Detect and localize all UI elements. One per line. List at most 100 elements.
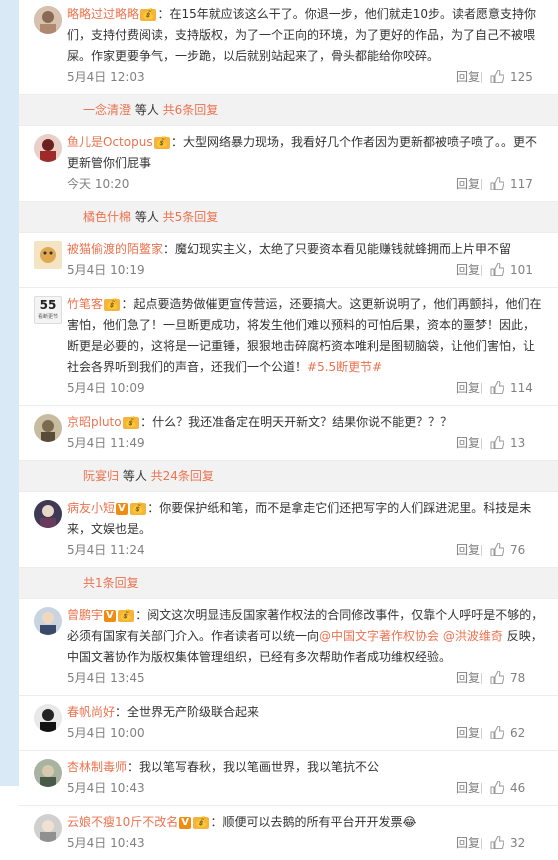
reply-button[interactable]: 回复 (456, 378, 480, 399)
thumbs-up-icon (490, 381, 504, 394)
comment-meta: 5月4日 10:43 回复 32 (67, 833, 546, 854)
comment-meta: 5月4日 10:43 回复 46 (67, 778, 546, 799)
reply-count[interactable]: 共6条回复 (163, 103, 219, 117)
more-replies-link[interactable]: 共1条回复 (19, 568, 558, 599)
like-count: 78 (510, 671, 526, 685)
thumbs-up-icon (490, 726, 504, 739)
avatar[interactable] (34, 241, 62, 269)
thumbs-up-icon (490, 70, 504, 83)
like-button[interactable]: 46 (490, 778, 525, 799)
username-link[interactable]: 被猫偷渡的陌鳖家 (67, 242, 163, 256)
divider (481, 72, 482, 83)
comment-text: 病友小短 V 💰 ：你要保护纸和笔，而不是拿走它们还把写字的人们踩进泥里。科技是未来，… (67, 501, 532, 536)
username-link[interactable]: 略略过过略略 (67, 7, 139, 21)
reply-user[interactable]: 橘色什棉 (83, 210, 131, 224)
avatar[interactable] (34, 759, 62, 787)
reply-connector: 等人 (131, 210, 163, 224)
vip-badge-icon: 💰 (129, 503, 147, 515)
more-replies-link[interactable]: 橘色什棉 等人 共5条回复 (19, 202, 558, 233)
thumbs-up-icon (490, 177, 504, 190)
reply-count[interactable]: 共24条回复 (151, 469, 214, 483)
vip-badge-icon: 💰 (104, 299, 121, 311)
vip-badge-icon: 💰 (193, 817, 210, 829)
thumbs-up-icon (490, 781, 504, 794)
comment-item: 病友小短 V 💰 ：你要保护纸和笔，而不是拿走它们还把写字的人们踩进泥里。科技是未来，… (19, 492, 558, 568)
reply-button[interactable]: 回复 (456, 433, 480, 454)
username-link[interactable]: 竹笔客 (67, 297, 103, 311)
timestamp: 5月4日 10:00 (67, 726, 145, 740)
like-button[interactable]: 13 (490, 433, 525, 454)
timestamp: 5月4日 13:45 (67, 671, 145, 685)
reply-button[interactable]: 回复 (456, 668, 480, 689)
avatar[interactable] (34, 704, 62, 732)
divider (481, 673, 482, 684)
reply-button[interactable]: 回复 (456, 833, 480, 854)
like-button[interactable]: 117 (490, 174, 533, 195)
vip-badge-icon: 💰 (153, 137, 171, 149)
comment-text: 被猫偷渡的陌鳖家：魔幻现实主义，太绝了只要资本看见能赚钱就蜂拥而上片甲不留 (67, 242, 512, 256)
hashtag-link[interactable]: #5.5断更节# (307, 360, 382, 374)
reply-button[interactable]: 回复 (456, 778, 480, 799)
mention-link[interactable]: @洪波维奇 (443, 629, 503, 643)
reply-user[interactable]: 阮宴归 (83, 469, 119, 483)
more-replies-link[interactable]: 一念清澄 等人 共6条回复 (19, 95, 558, 126)
more-replies-link[interactable]: 阮宴归 等人 共24条回复 (19, 461, 558, 492)
comment-text: 春帆尚好：全世界无产阶级联合起来 (67, 705, 260, 719)
reply-button[interactable]: 回复 (456, 260, 480, 281)
reply-button[interactable]: 回复 (456, 174, 480, 195)
comment-item: 55 看断更节 竹笔客 💰 ：起点要造势做催更宣传营运，还要搞大。这更新说明了，他们… (19, 288, 558, 406)
like-button[interactable]: 62 (490, 723, 525, 744)
reply-button[interactable]: 回复 (456, 540, 480, 561)
divider (481, 545, 482, 556)
avatar[interactable] (34, 814, 62, 842)
comment-meta: 5月4日 12:03 回复 125 (67, 67, 546, 88)
comment-item: 略略过过略略 💰 ：在15年就应该这么干了。你退一步，他们就走10步。读者愿意支持你… (19, 0, 558, 95)
username-link[interactable]: 云娘不瘦10斤不改名 (67, 815, 178, 829)
like-button[interactable]: 78 (490, 668, 525, 689)
reply-count[interactable]: 共5条回复 (163, 210, 219, 224)
mention-link[interactable]: @中国文字著作权协会 (319, 629, 439, 643)
vip-badge-icon: 💰 (117, 610, 135, 622)
avatar[interactable] (34, 134, 62, 162)
comment-meta: 5月4日 10:00 回复 62 (67, 723, 546, 744)
reply-count[interactable]: 共1条回复 (83, 576, 139, 590)
avatar[interactable] (34, 6, 62, 34)
avatar-number: 55 (39, 298, 57, 312)
thumbs-up-icon (490, 436, 504, 449)
avatar[interactable] (34, 414, 62, 442)
username-link[interactable]: 曾鹏宇 (67, 608, 103, 622)
comment-meta: 今天 10:20 回复 117 (67, 174, 546, 195)
like-count: 117 (510, 177, 533, 191)
avatar[interactable] (34, 500, 62, 528)
comment-meta: 5月4日 11:24 回复 76 (67, 540, 546, 561)
comment-item: 鱼儿是Octopus 💰 ：大型网络暴力现场，我看好几个作者因为更新都被喷子喷了。。… (19, 126, 558, 202)
reply-button[interactable]: 回复 (456, 67, 480, 88)
thumbs-up-icon (490, 836, 504, 849)
username-link[interactable]: 鱼儿是Octopus (67, 135, 153, 149)
username-link[interactable]: 病友小短 (67, 501, 115, 515)
like-button[interactable]: 32 (490, 833, 525, 854)
avatar[interactable] (34, 607, 62, 635)
avatar-caption: 看断更节 (37, 314, 58, 320)
avatar[interactable]: 55 看断更节 (34, 296, 62, 324)
comment-item: 杏林制毒师：我以笔写春秋，我以笔画世界，我以笔抗不公 5月4日 10:43 回复… (19, 751, 558, 806)
reply-connector: 等人 (131, 103, 163, 117)
reply-button[interactable]: 回复 (456, 723, 480, 744)
divider (481, 179, 482, 190)
like-button[interactable]: 114 (490, 378, 533, 399)
comment-meta: 5月4日 10:09 回复 114 (67, 378, 546, 399)
like-button[interactable]: 101 (490, 260, 533, 281)
like-button[interactable]: 125 (490, 67, 533, 88)
comment-item: 被猫偷渡的陌鳖家：魔幻现实主义，太绝了只要资本看见能赚钱就蜂拥而上片甲不留 5月… (19, 233, 558, 288)
divider (481, 383, 482, 394)
reply-user[interactable]: 一念清澄 (83, 103, 131, 117)
comment-meta: 5月4日 13:45 回复 78 (67, 668, 546, 689)
username-link[interactable]: 京昭pluto (67, 415, 122, 429)
username-link[interactable]: 杏林制毒师 (67, 760, 127, 774)
comment-list: 略略过过略略 💰 ：在15年就应该这么干了。你退一步，他们就走10步。读者愿意支持你… (19, 0, 558, 850)
timestamp: 5月4日 10:43 (67, 836, 145, 850)
like-count: 101 (510, 263, 533, 277)
username-link[interactable]: 春帆尚好 (67, 705, 115, 719)
like-button[interactable]: 76 (490, 540, 525, 561)
comment-text: 竹笔客 💰 ：起点要造势做催更宣传营运，还要搞大。这更新说明了，他们再颤抖，他们在害… (67, 297, 542, 374)
